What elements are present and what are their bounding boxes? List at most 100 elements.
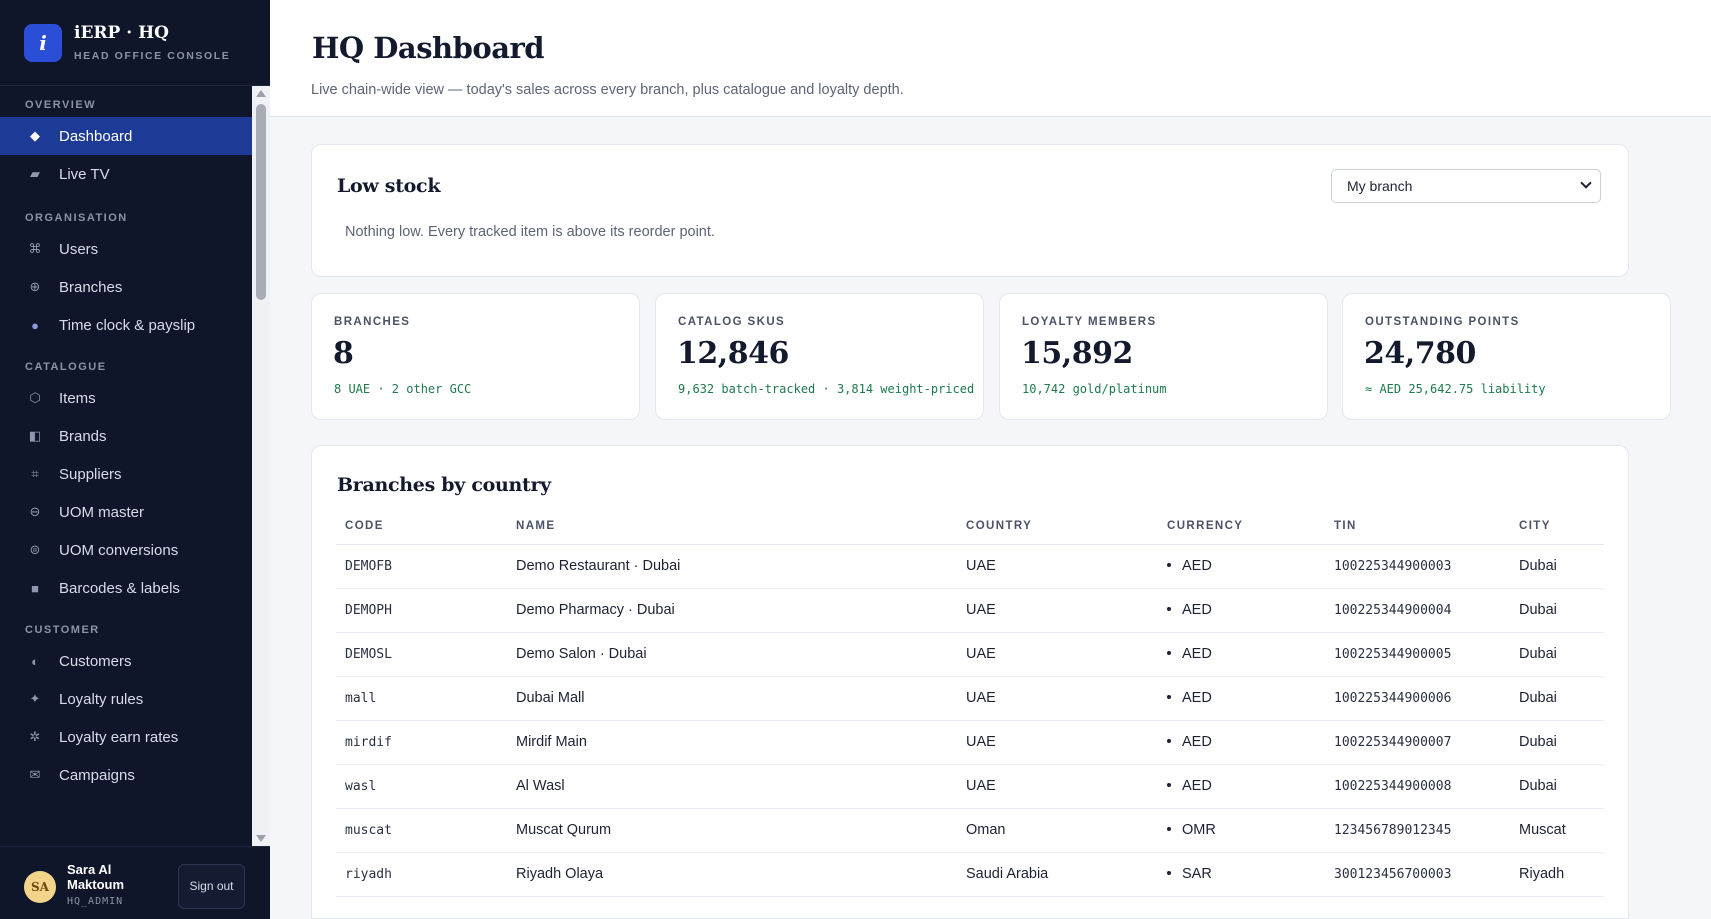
nav-section-catalogue: CATALOGUE	[25, 361, 107, 373]
diamond-icon: ◆	[30, 128, 40, 143]
branch-currency: SAR	[1158, 852, 1325, 897]
sidebar-item-suppliers[interactable]: ⌗ Suppliers	[0, 455, 252, 493]
branch-code: DEMOPH	[336, 588, 507, 633]
table-row[interactable]: mirdif Mirdif Main UAE AED 100225344900007 Du…	[336, 720, 1604, 765]
sidebar-item-label: Suppliers	[59, 465, 122, 483]
column-header-tin[interactable]: TIN	[1325, 508, 1510, 545]
stat-value: 15,892	[1021, 336, 1133, 371]
branch-city: Dubai	[1510, 632, 1604, 677]
low-stock-message: Nothing low. Every tracked item is above…	[345, 224, 715, 240]
nav-section-organisation: ORGANISATION	[25, 212, 128, 224]
low-stock-title: Low stock	[337, 175, 441, 197]
currency-code: AED	[1182, 778, 1212, 794]
brand-logo-icon[interactable]: i	[24, 24, 62, 62]
column-header-currency[interactable]: CURRENCY	[1158, 508, 1325, 545]
sidebar-item-label: Loyalty earn rates	[59, 728, 179, 746]
stat-label: CATALOG SKUS	[678, 316, 786, 328]
sidebar-item-customers[interactable]: ◐ Customers	[0, 642, 252, 680]
branch-code: muscat	[336, 808, 507, 853]
branch-country: Saudi Arabia	[957, 852, 1158, 897]
table-row[interactable]: DEMOFB Demo Restaurant · Dubai UAE AED 10022…	[336, 544, 1604, 589]
sidebar-item-uom-conversions[interactable]: ⊜ UOM conversions	[0, 531, 252, 569]
sparkle-icon: ✦	[29, 691, 41, 706]
branch-select[interactable]: My branch	[1331, 169, 1601, 203]
branch-tin: 300123456700003	[1325, 852, 1510, 897]
currency-code: AED	[1182, 646, 1212, 662]
sidebar-item-items[interactable]: ⬡ Items	[0, 379, 252, 417]
stat-value: 24,780	[1364, 336, 1476, 371]
stat-card-catalog-skus: CATALOG SKUS 12,846 9,632 batch-tracked …	[655, 293, 984, 420]
brand-name: iERP · HQ	[74, 23, 169, 43]
column-header-code[interactable]: CODE	[336, 508, 507, 545]
page-header: HQ Dashboard Live chain-wide view — toda…	[270, 0, 1711, 117]
branch-name: Demo Salon · Dubai	[507, 632, 957, 677]
stat-note: 10,742 gold/platinum	[1022, 382, 1167, 396]
sidebar-item-uom-master[interactable]: ⊖ UOM master	[0, 493, 252, 531]
branch-country: UAE	[957, 632, 1158, 677]
sidebar-item-label: Loyalty rules	[59, 690, 144, 708]
scrollbar-thumb[interactable]	[256, 104, 266, 300]
scroll-down-arrow-icon[interactable]	[256, 835, 266, 842]
uom-icon: ⊖	[29, 504, 41, 519]
bullet-dot-icon	[1167, 651, 1171, 656]
sidebar-item-label: Campaigns	[59, 766, 135, 784]
stat-note: 8 UAE · 2 other GCC	[334, 382, 472, 396]
sidebar-item-dashboard[interactable]: ◆ Dashboard	[0, 117, 252, 155]
branch-tin: 100225344900005	[1325, 632, 1510, 677]
branch-code: wasl	[336, 764, 507, 809]
branch-tin: 100225344900008	[1325, 764, 1510, 809]
sidebar-scrollbar[interactable]	[252, 86, 270, 846]
branch-name: Demo Pharmacy · Dubai	[507, 588, 957, 633]
branch-code: mirdif	[336, 720, 507, 765]
sidebar-item-loyalty-earn-rates[interactable]: ✲ Loyalty earn rates	[0, 718, 252, 756]
branches-title: Branches by country	[337, 474, 551, 496]
table-row[interactable]: muscat Muscat Qurum Oman OMR 123456789012345…	[336, 808, 1604, 853]
stat-value: 12,846	[677, 336, 789, 371]
branch-code: mall	[336, 676, 507, 721]
sidebar-item-brands[interactable]: ◧ Brands	[0, 417, 252, 455]
branch-country: UAE	[957, 544, 1158, 589]
branch-code: DEMOSL	[336, 632, 507, 677]
column-header-name[interactable]: NAME	[507, 508, 957, 545]
sign-out-button[interactable]: Sign out	[178, 864, 245, 909]
column-header-city[interactable]: CITY	[1510, 508, 1604, 545]
stat-card-branches: BRANCHES 8 8 UAE · 2 other GCC	[311, 293, 640, 420]
currency-code: AED	[1182, 690, 1212, 706]
table-row[interactable]: DEMOSL Demo Salon · Dubai UAE AED 1002253449…	[336, 632, 1604, 677]
stat-label: LOYALTY MEMBERS	[1022, 316, 1157, 328]
branch-tin: 100225344900003	[1325, 544, 1510, 589]
branch-city: Muscat	[1510, 808, 1604, 853]
sidebar-nav: OVERVIEW ◆ Dashboard ▰ Live TV ORGANISAT…	[0, 86, 252, 846]
gear-icon: ✲	[29, 729, 41, 744]
sidebar-item-barcodes[interactable]: ■ Barcodes & labels	[0, 569, 252, 607]
currency-code: OMR	[1182, 822, 1216, 838]
bullet-dot-icon	[1167, 827, 1171, 832]
table-row[interactable]: wasl Al Wasl UAE AED 100225344900008 Dubai	[336, 764, 1604, 809]
bullet-dot-icon	[1167, 783, 1171, 788]
branch-tin: 100225344900004	[1325, 588, 1510, 633]
sidebar-item-label: Time clock & payslip	[59, 316, 196, 334]
table-row[interactable]: mall Dubai Mall UAE AED 100225344900006 Dubai	[336, 676, 1604, 721]
sidebar-item-time-clock[interactable]: ● Time clock & payslip	[0, 306, 252, 344]
branch-tin: 100225344900006	[1325, 676, 1510, 721]
avatar[interactable]: SA	[24, 871, 56, 903]
sidebar-item-users[interactable]: ⌘ Users	[0, 230, 252, 268]
table-row[interactable]: riyadh Riyadh Olaya Saudi Arabia SAR 3001234…	[336, 852, 1604, 897]
brand-icon: ◧	[28, 428, 42, 443]
branch-name: Mirdif Main	[507, 720, 957, 765]
branch-country: UAE	[957, 676, 1158, 721]
sidebar-item-loyalty-rules[interactable]: ✦ Loyalty rules	[0, 680, 252, 718]
branch-city: Dubai	[1510, 544, 1604, 589]
stat-value: 8	[333, 336, 354, 371]
sidebar-item-campaigns[interactable]: ✉ Campaigns	[0, 756, 252, 794]
table-row[interactable]: DEMOPH Demo Pharmacy · Dubai UAE AED 1002253…	[336, 588, 1604, 633]
scroll-up-arrow-icon[interactable]	[256, 90, 266, 97]
column-header-country[interactable]: COUNTRY	[957, 508, 1158, 545]
sidebar-item-label: Items	[59, 389, 96, 407]
box-icon: ⬡	[29, 390, 41, 405]
sidebar-item-live-tv[interactable]: ▰ Live TV	[0, 155, 252, 193]
currency-code: SAR	[1182, 866, 1212, 882]
branch-currency: AED	[1158, 544, 1325, 589]
sidebar-item-branches[interactable]: ⊕ Branches	[0, 268, 252, 306]
page-subtitle: Live chain-wide view — today's sales acr…	[311, 82, 904, 98]
